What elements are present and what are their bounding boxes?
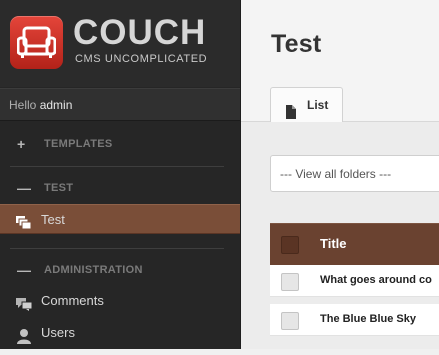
user-icon: [15, 325, 33, 344]
comments-icon: [15, 293, 33, 311]
sidebar-item-test[interactable]: Test: [0, 204, 240, 234]
logo[interactable]: COUCH CMS UNCOMPLICATED: [0, 0, 240, 87]
greeting-prefix: Hello: [9, 98, 37, 112]
row-title-link[interactable]: What goes around co: [320, 274, 432, 286]
section-label: ADMINISTRATION: [44, 264, 143, 276]
select-all-checkbox[interactable]: [281, 236, 299, 254]
collapse-icon: —: [17, 262, 32, 278]
table-row: The Blue Blue Sky: [270, 304, 439, 336]
sidebar-item-comments[interactable]: Comments: [0, 286, 240, 316]
section-label: TEMPLATES: [44, 138, 113, 150]
section-label: TEST: [44, 182, 74, 194]
sidebar-item-users[interactable]: Users: [0, 318, 240, 348]
sidebar: COUCH CMS UNCOMPLICATED Hello admin + TE…: [0, 0, 240, 349]
row-title-link[interactable]: The Blue Blue Sky: [320, 313, 416, 325]
sidebar-item-label: Test: [41, 212, 65, 227]
column-header-title[interactable]: Title: [320, 236, 347, 251]
greeting-user[interactable]: admin: [40, 98, 73, 112]
folder-select[interactable]: --- View all folders ---: [270, 155, 439, 192]
table-row: What goes around co: [270, 265, 439, 297]
page-title: Test: [271, 30, 322, 58]
couch-logo-icon: [10, 16, 63, 69]
row-checkbox[interactable]: [281, 273, 299, 291]
section-administration[interactable]: — ADMINISTRATION: [0, 259, 240, 281]
tab-label: List: [307, 98, 329, 112]
table-header: Title: [270, 223, 439, 265]
tab-list[interactable]: List: [270, 87, 343, 122]
main-content: Test List --- View all folders --- Title…: [240, 0, 439, 349]
collapse-icon: —: [17, 180, 32, 196]
section-templates[interactable]: + TEMPLATES: [0, 133, 240, 155]
section-test[interactable]: — TEST: [0, 177, 240, 199]
expand-icon: +: [17, 136, 26, 152]
greeting-bar: Hello admin: [0, 88, 240, 121]
divider: [10, 248, 224, 249]
sidebar-item-label: Comments: [41, 293, 104, 308]
stack-icon: [15, 212, 33, 230]
brand-tagline: CMS UNCOMPLICATED: [75, 53, 208, 65]
sidebar-item-label: Users: [41, 325, 75, 340]
divider: [10, 166, 224, 167]
row-checkbox[interactable]: [281, 312, 299, 330]
brand-name: COUCH: [73, 13, 207, 52]
